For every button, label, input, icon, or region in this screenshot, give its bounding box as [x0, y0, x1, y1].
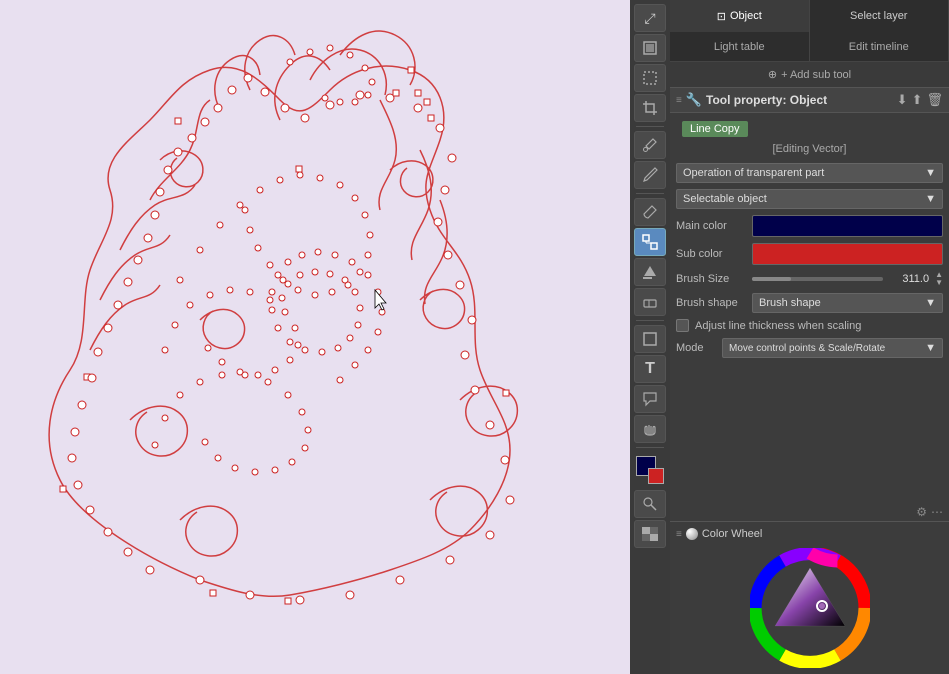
tool-shape[interactable]: [634, 325, 666, 353]
tool-zoom[interactable]: [634, 490, 666, 518]
main-color-label: Main color: [676, 220, 746, 232]
brush-shape-label: Brush shape: [676, 297, 746, 309]
tool-hand[interactable]: [634, 415, 666, 443]
tab-light-table[interactable]: Light table: [670, 32, 810, 61]
add-sub-tool-bar: ⊕ + Add sub tool: [670, 62, 949, 88]
tool-crop[interactable]: [634, 94, 666, 122]
tab-edit-timeline[interactable]: Edit timeline: [810, 32, 949, 61]
right-panel: ⊡ Object Select layer Light table Edit t…: [670, 0, 949, 674]
object-icon: ⊡: [717, 10, 726, 23]
line-copy-badge: Line Copy: [682, 121, 748, 137]
tool-pen[interactable]: [634, 161, 666, 189]
color-wheel-section: ≡ Color Wheel: [670, 521, 949, 674]
brush-size-value: 311.0: [889, 273, 929, 285]
tool-brush[interactable]: [634, 198, 666, 226]
mode-chevron: ▼: [925, 342, 936, 354]
canvas-area: [0, 0, 630, 674]
editing-vector-label: [Editing Vector]: [670, 141, 949, 159]
panel-collapse-icon[interactable]: ≡: [676, 95, 682, 106]
tab-object-label: Object: [730, 10, 762, 22]
color-swatches[interactable]: [636, 456, 664, 484]
operation-row: Operation of transparent part ▼: [676, 163, 943, 183]
add-sub-tool-button[interactable]: ⊕ + Add sub tool: [768, 68, 851, 81]
tp-save-icon[interactable]: ⬇: [897, 92, 908, 108]
tab-select-layer-label: Select layer: [850, 10, 907, 22]
sep-1: [636, 126, 664, 127]
mode-label: Mode: [676, 342, 716, 354]
color-wheel-container[interactable]: [676, 548, 943, 668]
sep-3: [636, 320, 664, 321]
main-color-row: Main color: [676, 215, 943, 237]
brush-shape-row: Brush shape Brush shape ▼: [676, 293, 943, 313]
main-color-swatch[interactable]: [752, 215, 943, 237]
mode-value: Move control points & Scale/Rotate: [729, 343, 885, 354]
brush-shape-value: Brush shape: [759, 297, 821, 309]
add-sub-tool-label: + Add sub tool: [781, 69, 851, 81]
color-wheel-header: ≡ Color Wheel: [676, 528, 943, 540]
sep-2: [636, 193, 664, 194]
plus-icon: ⊕: [768, 68, 777, 81]
adjust-line-row: Adjust line thickness when scaling: [676, 319, 943, 332]
selectable-object-value: Selectable object: [683, 193, 767, 205]
tp-actions: ⬇ ⬆ 🗑: [897, 92, 943, 108]
tool-object[interactable]: [634, 228, 666, 256]
tab-select-layer[interactable]: Select layer: [810, 0, 949, 32]
mode-dropdown[interactable]: Move control points & Scale/Rotate ▼: [722, 338, 943, 358]
tp-header: ≡ 🔧 Tool property: Object ⬇ ⬆ 🗑: [670, 88, 949, 113]
settings-row: ⚙ ⋯: [670, 503, 949, 521]
operation-section: Operation of transparent part ▼ Selectab…: [670, 159, 949, 368]
color-wheel-dot: [686, 528, 698, 540]
line-copy-section: Line Copy: [670, 113, 949, 141]
sub-color-row: Sub color: [676, 243, 943, 265]
tool-eraser[interactable]: [634, 288, 666, 316]
sub-color-swatch[interactable]: [648, 468, 664, 484]
tool-text[interactable]: T: [634, 355, 666, 383]
operation-dropdown[interactable]: Operation of transparent part ▼: [676, 163, 943, 183]
brush-size-spin[interactable]: ▲ ▼: [935, 271, 943, 287]
tool-layer-select[interactable]: [634, 34, 666, 62]
tab-edit-timeline-label: Edit timeline: [849, 41, 909, 53]
brush-shape-chevron: ▼: [925, 297, 936, 309]
sub-color-label: Sub color: [676, 248, 746, 260]
tool-selection-marquee[interactable]: [634, 64, 666, 92]
brush-size-row: Brush Size 311.0 ▲ ▼: [676, 271, 943, 287]
top-tabs: ⊡ Object Select layer: [670, 0, 949, 32]
brush-shape-dropdown[interactable]: Brush shape ▼: [752, 293, 943, 313]
brush-size-label: Brush Size: [676, 273, 746, 285]
selectable-object-row: Selectable object ▼: [676, 189, 943, 209]
color-wheel-svg[interactable]: [750, 548, 870, 668]
sub-color-swatch[interactable]: [752, 243, 943, 265]
operation-value: Operation of transparent part: [683, 167, 824, 179]
operation-chevron: ▼: [925, 167, 936, 179]
tool-icon: 🔧: [686, 92, 702, 108]
tab-light-table-label: Light table: [714, 41, 765, 53]
tool-fill[interactable]: [634, 258, 666, 286]
tool-eyedropper[interactable]: [634, 131, 666, 159]
color-wheel-title: Color Wheel: [702, 528, 763, 540]
tool-checker[interactable]: [634, 520, 666, 548]
tab-object[interactable]: ⊡ Object: [670, 0, 810, 32]
panel-options-icon[interactable]: ⋯: [931, 505, 943, 519]
tool-move[interactable]: ⤢: [634, 4, 666, 32]
tool-speech-bubble[interactable]: [634, 385, 666, 413]
tp-delete-icon[interactable]: 🗑: [926, 92, 943, 108]
canvas-svg: [0, 0, 630, 674]
tp-title: Tool property: Object: [706, 93, 827, 107]
second-tabs: Light table Edit timeline: [670, 32, 949, 62]
mode-row: Mode Move control points & Scale/Rotate …: [676, 338, 943, 358]
spacer: [670, 368, 949, 503]
selectable-chevron: ▼: [925, 193, 936, 205]
spin-down[interactable]: ▼: [935, 279, 943, 287]
sep-4: [636, 447, 664, 448]
adjust-line-label: Adjust line thickness when scaling: [695, 320, 861, 332]
tool-strip: ⤢ T: [630, 0, 670, 674]
selectable-object-dropdown[interactable]: Selectable object ▼: [676, 189, 943, 209]
adjust-line-checkbox[interactable]: [676, 319, 689, 332]
tp-load-icon[interactable]: ⬆: [912, 92, 923, 108]
brush-size-slider[interactable]: [752, 277, 883, 281]
settings-icon[interactable]: ⚙: [916, 505, 927, 519]
panel-collapse-icon-2[interactable]: ≡: [676, 529, 682, 540]
tool-property-panel: ≡ 🔧 Tool property: Object ⬇ ⬆ 🗑 Line Cop…: [670, 88, 949, 674]
